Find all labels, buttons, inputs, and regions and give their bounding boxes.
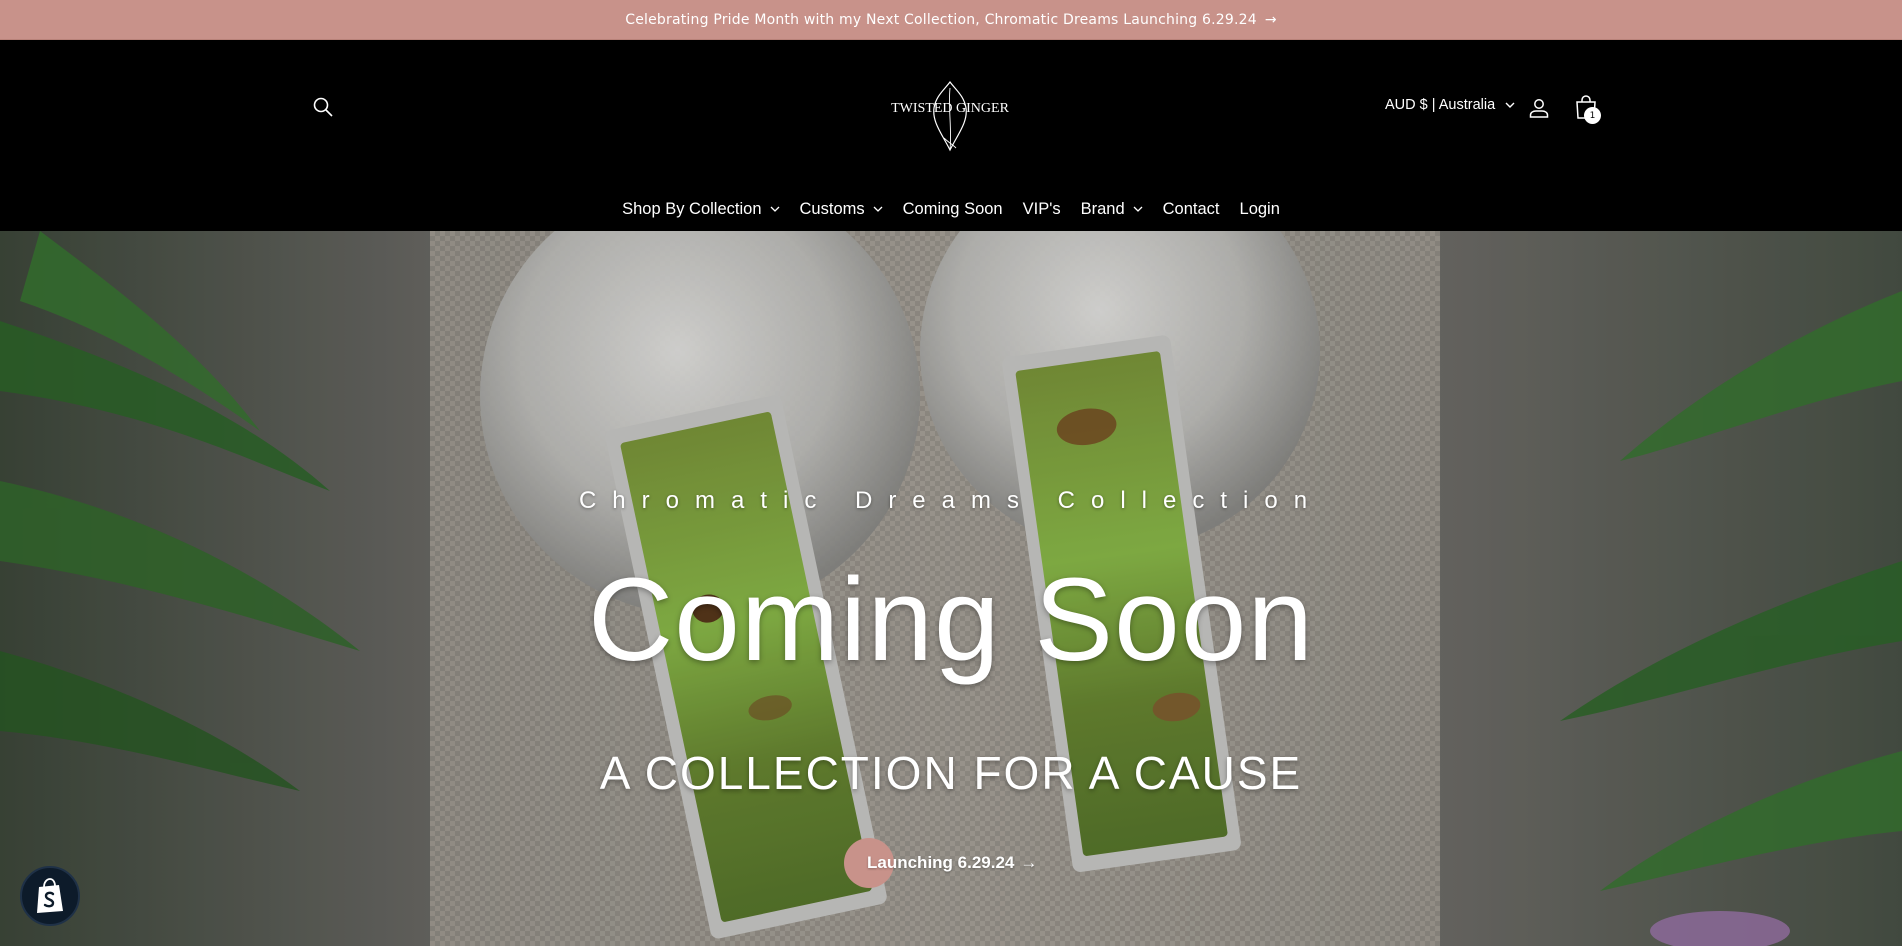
chevron-down-icon (1505, 102, 1515, 108)
nav-label: Customs (799, 199, 865, 218)
chevron-down-icon (770, 206, 779, 212)
hero-subheadline: A COLLECTION FOR A CAUSE (599, 747, 1303, 799)
brand-logo[interactable]: TWISTED GINGER (884, 78, 1016, 158)
search-icon[interactable] (311, 95, 335, 119)
nav-coming-soon[interactable]: Coming Soon (893, 200, 1013, 219)
hero-eyebrow: Chromatic Dreams Collection (578, 487, 1324, 514)
currency-selector[interactable]: AUD $ | Australia (1385, 97, 1515, 113)
twisted-ginger-logo: TWISTED GINGER (891, 81, 1010, 152)
nav-contact[interactable]: Contact (1153, 200, 1230, 219)
logo-text: TWISTED GINGER (891, 101, 1009, 116)
shopify-bag-icon (37, 878, 63, 913)
shopify-badge-button[interactable] (20, 866, 80, 926)
launching-cta-button[interactable]: Launching 6.29.24 → (844, 838, 1037, 888)
nav-shop-by-collection[interactable]: Shop By Collection (612, 200, 789, 219)
chevron-down-icon (873, 206, 883, 212)
nav-label: Coming Soon (902, 199, 1003, 218)
nav-label: VIP's (1022, 199, 1061, 218)
main-navigation: Shop By Collection Customs Coming Soon V… (0, 194, 1902, 224)
site-header: TWISTED GINGER AUD $ | Australia 1 Shop … (0, 40, 1902, 231)
arrow-right-icon: → (1264, 11, 1277, 28)
nav-vips[interactable]: VIP's (1013, 200, 1071, 219)
currency-label: AUD $ | Australia (1385, 97, 1496, 113)
user-icon[interactable] (1527, 96, 1551, 120)
announcement-bar[interactable]: Celebrating Pride Month with my Next Col… (0, 0, 1902, 40)
nav-label: Shop By Collection (622, 199, 762, 218)
announcement-text[interactable]: Celebrating Pride Month with my Next Col… (625, 12, 1257, 28)
cta-label: Launching 6.29.24 (867, 853, 1015, 872)
nav-login[interactable]: Login (1230, 200, 1290, 219)
chevron-down-icon (1133, 206, 1143, 212)
nav-label: Brand (1080, 199, 1125, 218)
nav-label: Contact (1162, 199, 1220, 218)
nav-customs[interactable]: Customs (790, 200, 893, 219)
hero-banner: Chromatic Dreams Collection Coming Soon … (0, 231, 1902, 946)
cta-label-wrap: Launching 6.29.24 → (867, 853, 1037, 873)
hero-headline: Coming Soon (588, 554, 1314, 686)
arrow-right-icon: → (1020, 853, 1038, 872)
cart-count-badge: 1 (1584, 107, 1601, 124)
nav-brand[interactable]: Brand (1071, 200, 1153, 219)
nav-label: Login (1239, 199, 1280, 218)
